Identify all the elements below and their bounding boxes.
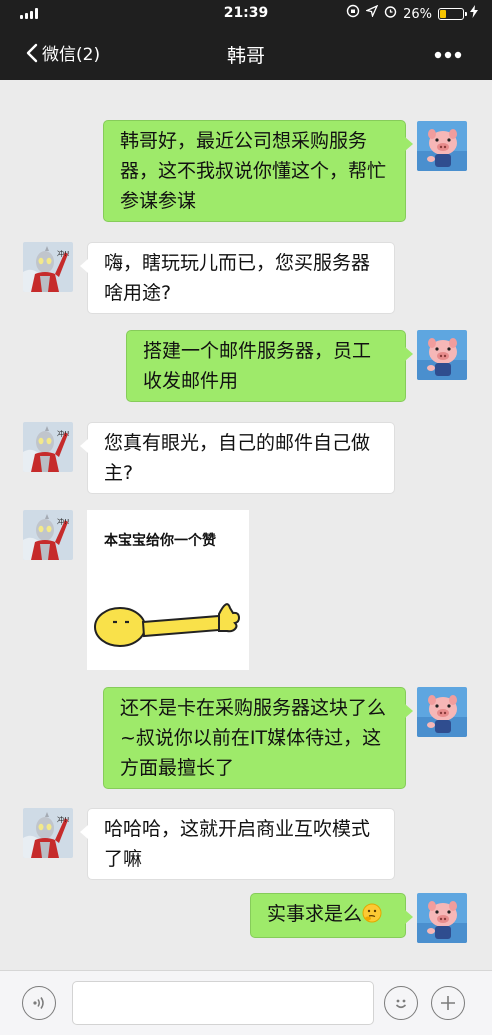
my-avatar[interactable] <box>417 121 467 171</box>
message-bubble[interactable]: 您真有眼光，自己的邮件自己做主? <box>80 422 395 494</box>
location-icon <box>365 4 379 23</box>
message-text: 实事求是么 <box>267 903 363 925</box>
plus-icon[interactable] <box>431 986 465 1020</box>
contact-avatar[interactable] <box>23 510 73 560</box>
emoji-icon[interactable] <box>384 986 418 1020</box>
message-bubble[interactable]: 搭建一个邮件服务器，员工收发邮件用 <box>126 330 413 402</box>
status-bar: 21:39 26% <box>0 0 492 28</box>
thumbs-up-icon <box>94 603 241 647</box>
alarm-icon <box>384 5 397 24</box>
message-bubble[interactable]: 哈哈哈，这就开启商业互吹模式了嘛 <box>80 808 395 880</box>
contact-avatar[interactable] <box>23 242 73 292</box>
my-avatar[interactable] <box>417 687 467 737</box>
battery-percent: 26% <box>403 6 432 22</box>
more-dots-icon[interactable] <box>434 40 462 65</box>
battery-icon <box>438 8 467 20</box>
nav-bar: 微信(2) 韩哥 <box>0 28 492 80</box>
message-bubble[interactable]: 嗨，瞎玩玩儿而已，您买服务器啥用途? <box>80 242 395 314</box>
message-bubble[interactable]: 韩哥好，最近公司想采购服务器，这不我叔说你懂这个，帮忙参谋参谋 <box>103 120 413 222</box>
chat-title: 韩哥 <box>226 45 265 67</box>
my-avatar[interactable] <box>417 330 467 380</box>
battery-fill <box>440 10 446 18</box>
contact-avatar[interactable] <box>23 422 73 472</box>
charging-icon <box>470 4 478 24</box>
thumbs-up-sticker[interactable]: 本宝宝给你一个赞 <box>87 510 249 670</box>
input-bar <box>0 970 492 1035</box>
status-right: 26% <box>346 4 478 24</box>
rotation-lock-icon <box>346 4 360 24</box>
top-bar: 21:39 26% 微信(2) 韩哥 <box>0 0 492 80</box>
my-avatar[interactable] <box>417 893 467 943</box>
message-bubble[interactable]: 实事求是么 <box>250 893 413 938</box>
message-input[interactable] <box>72 981 374 1025</box>
message-bubble[interactable]: 还不是卡在采购服务器这块了么~叔说你以前在IT媒体待过，这方面最擅长了 <box>103 687 413 789</box>
voice-icon[interactable] <box>22 986 56 1020</box>
thinking-face-icon <box>362 902 382 932</box>
contact-avatar[interactable] <box>23 808 73 858</box>
